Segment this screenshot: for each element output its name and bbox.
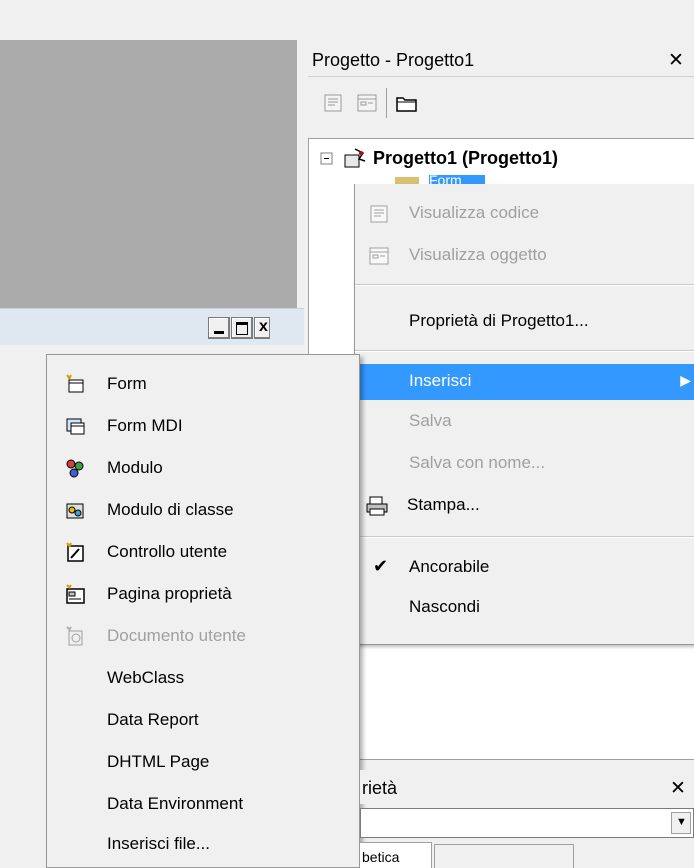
close-icon[interactable]: ✕ xyxy=(670,777,686,800)
submenu-item-label: Pagina proprietà xyxy=(107,584,232,603)
view-code-icon xyxy=(324,94,342,112)
submenu-item-label: Form xyxy=(107,374,147,393)
folder-icon xyxy=(396,97,417,112)
menu-item-label: Visualizza oggetto xyxy=(409,245,547,264)
menu-item-insert[interactable]: Inserisci ▶ xyxy=(355,364,694,400)
properties-panel-titlebar: rietà ✕ xyxy=(360,770,694,804)
menu-item-label: Nascondi xyxy=(409,597,480,616)
object-selector-combo[interactable]: ▼ xyxy=(360,808,694,838)
collapse-icon[interactable] xyxy=(319,151,339,171)
toggle-folders-button[interactable] xyxy=(394,90,420,116)
menu-item-label: Stampa... xyxy=(407,495,480,514)
submenu-item-module[interactable]: Modulo xyxy=(47,447,359,489)
menu-item-save-as[interactable]: Salva con nome... xyxy=(355,446,694,482)
user-document-icon xyxy=(66,626,83,646)
menu-item-project-properties[interactable]: Proprietà di Progetto1... xyxy=(355,304,694,340)
submenu-item-user-control[interactable]: Controllo utente xyxy=(47,531,359,573)
project-panel-title: Progetto - Progetto1 xyxy=(312,50,475,70)
submenu-item-label: WebClass xyxy=(107,668,185,687)
maximize-button[interactable] xyxy=(231,317,253,339)
submenu-arrow-icon: ▶ xyxy=(680,372,691,388)
submenu-item-insert-file[interactable]: Inserisci file... xyxy=(47,823,359,865)
tab-alphabetic[interactable]: betica xyxy=(360,842,432,868)
form-icon xyxy=(66,374,84,393)
property-page-icon xyxy=(66,584,85,604)
menu-item-label: Salva xyxy=(409,411,452,430)
project-icon xyxy=(344,148,366,168)
properties-panel-title: rietà xyxy=(362,778,398,798)
menu-separator xyxy=(355,284,694,286)
view-object-icon xyxy=(357,94,377,112)
tab-categorized[interactable] xyxy=(434,844,574,868)
menu-separator xyxy=(355,350,694,352)
submenu-item-label: Modulo xyxy=(107,458,163,477)
menu-item-dockable[interactable]: ✔ Ancorabile xyxy=(355,550,694,586)
view-object-button[interactable] xyxy=(354,90,380,116)
submenu-item-data-report[interactable]: Data Report xyxy=(47,699,359,741)
maximize-icon xyxy=(236,322,248,335)
submenu-item-form[interactable]: Form xyxy=(47,363,359,405)
menu-item-print[interactable]: Stampa... xyxy=(355,488,694,524)
menu-item-label: Proprietà di Progetto1... xyxy=(409,311,589,330)
submenu-item-label: Data Environment xyxy=(107,794,244,813)
close-icon[interactable]: ✕ xyxy=(668,49,684,72)
view-code-button[interactable] xyxy=(320,90,346,116)
submenu-item-label: Controllo utente xyxy=(107,542,228,561)
project-context-menu: Visualizza codice Visualizza oggetto Pro… xyxy=(354,184,694,645)
submenu-item-form-mdi[interactable]: Form MDI xyxy=(47,405,359,447)
insert-submenu: Form Form MDI Modulo Modulo di classe Co… xyxy=(46,354,360,868)
submenu-item-data-environment[interactable]: Data Environment xyxy=(47,783,359,825)
submenu-item-dhtml-page[interactable]: DHTML Page xyxy=(47,741,359,783)
submenu-item-label: Form MDI xyxy=(107,416,183,435)
close-icon: x xyxy=(259,318,268,335)
dropdown-button[interactable]: ▼ xyxy=(671,812,691,834)
minimize-button[interactable] xyxy=(208,317,230,339)
project-panel-titlebar: Progetto - Progetto1 ✕ xyxy=(308,44,694,77)
menu-item-label: Visualizza codice xyxy=(409,203,540,222)
form-mdi-icon xyxy=(66,418,85,435)
submenu-item-webclass[interactable]: WebClass xyxy=(47,657,359,699)
project-toolbar xyxy=(308,80,694,136)
menu-item-label: Inserisci xyxy=(409,371,472,390)
menu-separator xyxy=(355,536,694,538)
menu-item-label: Ancorabile xyxy=(409,557,490,576)
submenu-item-label: DHTML Page xyxy=(107,752,210,771)
view-code-icon xyxy=(370,205,388,223)
mdi-child-titlebar: x xyxy=(0,308,304,345)
submenu-item-property-page[interactable]: Pagina proprietà xyxy=(47,573,359,615)
properties-tabs: betica xyxy=(360,842,694,868)
class-module-icon xyxy=(66,503,84,519)
view-object-icon xyxy=(369,247,389,265)
tab-label: betica xyxy=(362,849,400,865)
menu-item-hide[interactable]: Nascondi xyxy=(355,590,694,626)
printer-icon xyxy=(366,496,388,516)
menu-item-save[interactable]: Salva xyxy=(355,404,694,440)
chevron-down-icon: ▼ xyxy=(676,816,687,828)
user-control-icon xyxy=(66,542,84,562)
submenu-item-label: Modulo di classe xyxy=(107,500,234,519)
submenu-item-label: Documento utente xyxy=(107,626,246,645)
tree-root-label[interactable]: Progetto1 (Progetto1) xyxy=(373,148,558,169)
menu-item-view-object[interactable]: Visualizza oggetto xyxy=(355,238,694,274)
menu-item-label: Salva con nome... xyxy=(409,453,546,472)
minimize-icon xyxy=(214,331,224,334)
menu-item-view-code[interactable]: Visualizza codice xyxy=(355,196,694,232)
toolbar-separator xyxy=(386,88,387,118)
module-icon xyxy=(66,459,84,478)
submenu-item-user-document[interactable]: Documento utente xyxy=(47,615,359,657)
close-button[interactable]: x xyxy=(254,317,270,339)
submenu-item-label: Inserisci file... xyxy=(107,834,210,853)
submenu-item-class-module[interactable]: Modulo di classe xyxy=(47,489,359,531)
submenu-item-label: Data Report xyxy=(107,710,199,729)
checkmark-icon: ✔ xyxy=(373,556,389,576)
mdi-document-area xyxy=(0,40,297,308)
